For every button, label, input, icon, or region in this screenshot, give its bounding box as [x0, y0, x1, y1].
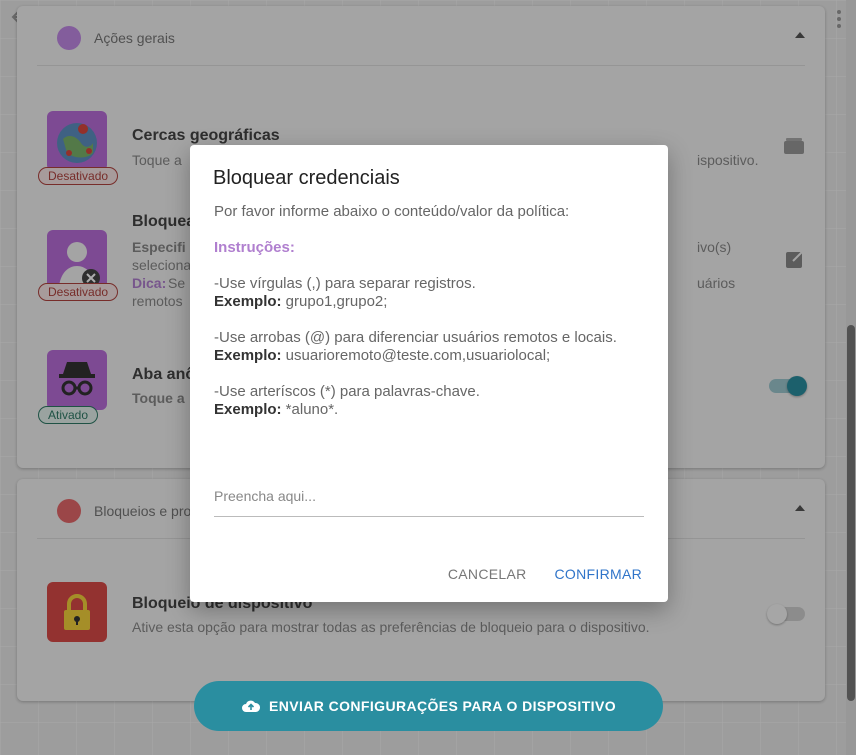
example-label: Exemplo: [214, 293, 282, 310]
cloud-upload-icon [241, 699, 261, 713]
dialog-body: Por favor informe abaixo o conteúdo/valo… [214, 203, 654, 419]
rule-item: -Use arrobas (@) para diferenciar usuári… [214, 329, 654, 365]
rule-text: -Use vírgulas (,) para separar registros… [214, 275, 476, 292]
block-credentials-dialog: Bloquear credenciais Por favor informe a… [190, 145, 668, 602]
send-settings-button[interactable]: ENVIAR CONFIGURAÇÕES PARA O DISPOSITIVO [194, 681, 663, 731]
rule-text: -Use arteríscos (*) para palavras-chave. [214, 383, 480, 400]
example-label: Exemplo: [214, 401, 282, 418]
cancel-button[interactable]: CANCELAR [448, 566, 527, 582]
rule-text: -Use arrobas (@) para diferenciar usuári… [214, 329, 617, 346]
example-value: usuarioremoto@teste.com,usuariolocal; [281, 347, 551, 364]
example-label: Exemplo: [214, 347, 282, 364]
dialog-title: Bloquear credenciais [213, 167, 400, 189]
rule-item: -Use vírgulas (,) para separar registros… [214, 275, 654, 311]
example-value: *aluno*. [281, 401, 339, 418]
dialog-actions: CANCELAR CONFIRMAR [448, 566, 642, 582]
send-settings-label: ENVIAR CONFIGURAÇÕES PARA O DISPOSITIVO [269, 698, 616, 714]
dialog-intro: Por favor informe abaixo o conteúdo/valo… [214, 203, 570, 220]
rule-item: -Use arteríscos (*) para palavras-chave.… [214, 383, 654, 419]
confirm-button[interactable]: CONFIRMAR [555, 566, 642, 582]
instructions-label: Instruções: [214, 239, 295, 256]
policy-value-input[interactable] [214, 469, 644, 517]
example-value: grupo1,grupo2; [281, 293, 388, 310]
